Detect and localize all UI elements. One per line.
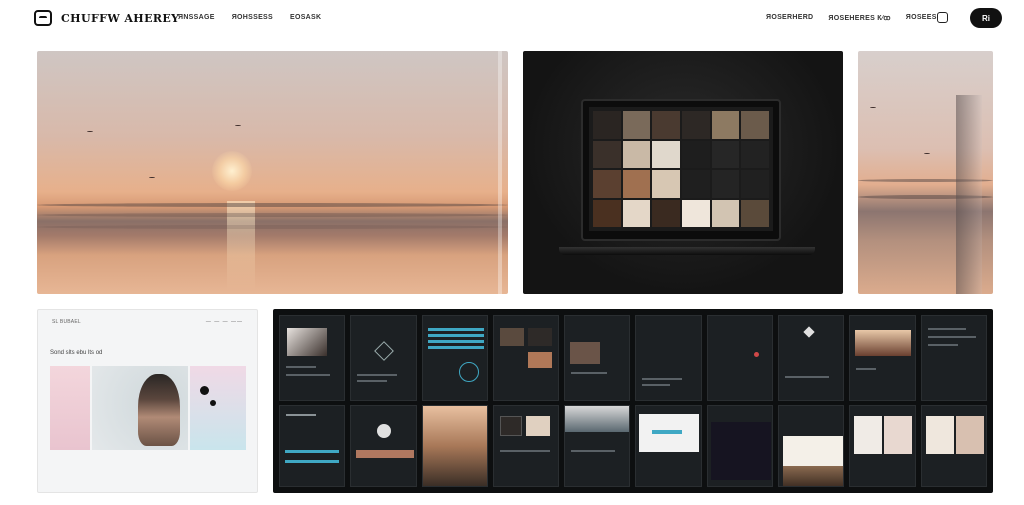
nav-right-link-2[interactable]: ЯOSEHERES К⁄ꝏ	[828, 14, 890, 22]
laptop-mockup-photo[interactable]	[523, 51, 843, 294]
dot-icon	[210, 400, 216, 406]
ui-tile[interactable]	[350, 405, 417, 487]
dark-ui-collage[interactable]	[273, 309, 993, 493]
sun-glow	[212, 151, 252, 191]
ui-tile[interactable]	[635, 315, 702, 401]
ui-tile[interactable]	[421, 315, 488, 401]
secondary-nav: ЯOSERHERD ЯOSEHERES К⁄ꝏ ЯOSEES	[766, 14, 937, 22]
logo-icon	[34, 10, 52, 26]
preview-nav: — — — ——	[205, 319, 243, 325]
nav-right-link-3[interactable]: ЯOSEES	[906, 14, 937, 22]
screen-gallery-grid	[589, 107, 773, 231]
dot-icon	[200, 386, 209, 395]
account-button[interactable]: Ri	[970, 8, 1002, 28]
ui-tile[interactable]	[849, 405, 916, 487]
nav-link-2[interactable]: ЯOHSSESS	[232, 14, 273, 21]
brand-logo[interactable]: CHUFFW AHEREY	[34, 10, 179, 26]
ui-tile[interactable]	[564, 405, 631, 487]
preview-headline: Sond slts ebu lts od	[50, 350, 103, 356]
wave-line	[37, 203, 508, 207]
ui-tile[interactable]	[920, 405, 987, 487]
ui-tile[interactable]	[706, 315, 774, 401]
ui-tile[interactable]	[849, 315, 916, 401]
beach-sunset-photo-2[interactable]	[858, 51, 993, 294]
nav-link-1[interactable]: ЯNSSAGE	[178, 14, 215, 21]
ui-tile[interactable]	[421, 405, 488, 487]
ui-tile[interactable]	[492, 405, 560, 487]
ui-tile[interactable]	[706, 405, 774, 487]
wave-line	[37, 225, 508, 229]
top-navigation-bar: CHUFFW AHEREY ЯNSSAGE ЯOHSSESS EOSASK ЯO…	[0, 0, 1024, 40]
account-button-label: Ri	[982, 13, 990, 23]
primary-nav: ЯNSSAGE ЯOHSSESS EOSASK	[178, 14, 321, 21]
portrait-person	[138, 374, 180, 446]
ui-tile[interactable]	[778, 405, 845, 487]
bird-icon	[87, 131, 93, 133]
bird-icon	[870, 107, 876, 109]
nav-link-3[interactable]: EOSASK	[290, 14, 321, 21]
bookmark-icon[interactable]	[936, 11, 948, 23]
ui-tile[interactable]	[635, 405, 702, 487]
preview-hero-strip	[50, 366, 246, 450]
bird-icon	[149, 177, 155, 179]
brand-name: CHUFFW AHEREY	[61, 11, 180, 25]
ui-tile[interactable]	[564, 315, 631, 401]
bird-icon	[924, 153, 930, 155]
wave-line	[37, 213, 508, 217]
preview-brand: SL BUBAEL	[52, 319, 81, 325]
collage-row-1	[279, 315, 987, 401]
nav-right-link-1[interactable]: ЯOSERHERD	[766, 14, 813, 22]
glass-pane	[956, 95, 982, 294]
preview-panel-pink	[50, 366, 90, 450]
bird-icon	[235, 125, 241, 127]
ui-tile[interactable]	[279, 405, 346, 487]
ui-tile[interactable]	[350, 315, 417, 401]
preview-panel-pastel	[190, 366, 246, 450]
ui-tile[interactable]	[920, 315, 987, 401]
ui-tile[interactable]	[778, 315, 845, 401]
image-edge	[498, 51, 502, 294]
laptop-screen	[581, 99, 781, 241]
preview-portrait	[92, 366, 188, 450]
laptop-base	[559, 247, 815, 255]
ui-tile[interactable]	[279, 315, 346, 401]
collage-row-2	[279, 405, 987, 487]
beach-sunset-photo[interactable]	[37, 51, 508, 294]
website-preview-card[interactable]: SL BUBAEL — — — —— Sond slts ebu lts od	[37, 309, 258, 493]
ui-tile[interactable]	[492, 315, 560, 401]
